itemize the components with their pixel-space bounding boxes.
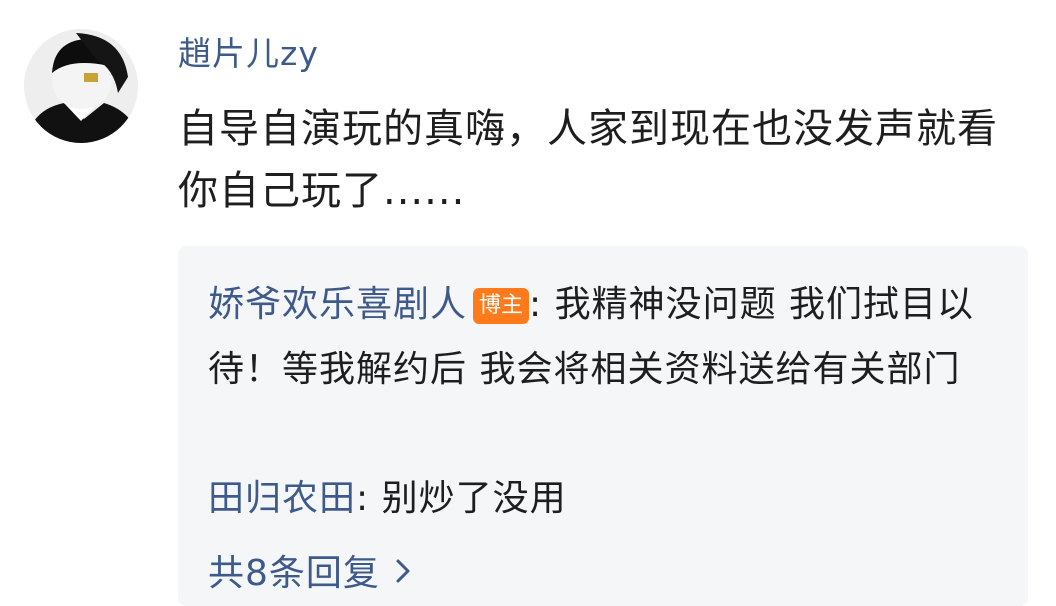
- reply-author[interactable]: 田归农田: [208, 478, 356, 519]
- more-replies-link[interactable]: 共8条回复: [208, 550, 412, 598]
- reply-item[interactable]: 田归农田: 别炒了没用: [208, 466, 1008, 531]
- author-badge: 博主: [473, 288, 530, 324]
- reply-author[interactable]: 娇爷欢乐喜剧人: [208, 284, 467, 325]
- comment-text: 自导自演玩的真嗨，人家到现在也没发声就看你自己玩了......: [178, 106, 998, 214]
- more-replies-label: 共8条回复: [208, 553, 380, 594]
- reply-item[interactable]: 娇爷欢乐喜剧人 博主: 我精神没问题 我们拭目以待！等我解约后 我会将相关资料送给…: [208, 272, 1008, 402]
- comment-username[interactable]: 趙片儿zy: [178, 32, 319, 76]
- reply-text: : 别炒了没用: [356, 478, 567, 519]
- chevron-right-icon: [394, 550, 412, 598]
- avatar[interactable]: [24, 29, 138, 143]
